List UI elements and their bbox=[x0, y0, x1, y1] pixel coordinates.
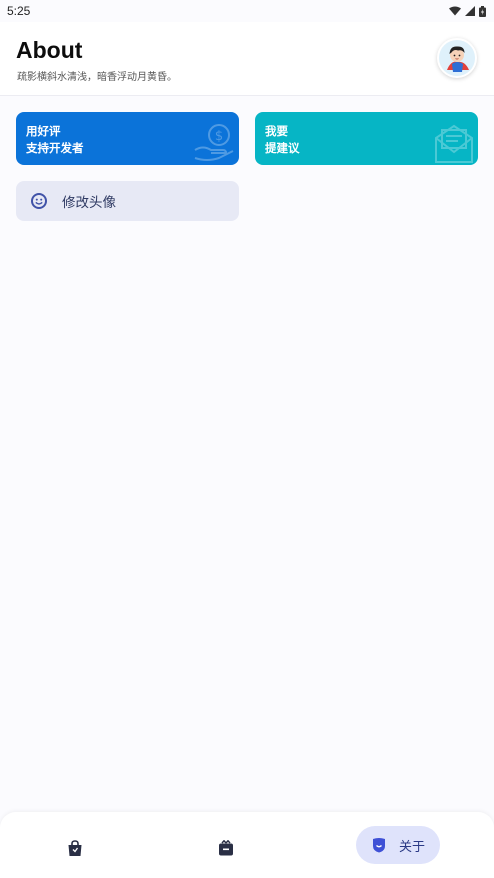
smiley-face-icon bbox=[31, 193, 47, 209]
signal-icon bbox=[465, 6, 475, 16]
nav-about-label: 关于 bbox=[398, 839, 425, 855]
mail-letter-icon bbox=[435, 124, 473, 163]
wifi-icon bbox=[449, 6, 461, 16]
money-hand-icon: $ bbox=[194, 124, 234, 161]
shopping-bag-icon bbox=[68, 839, 82, 856]
toolbox-icon bbox=[219, 840, 233, 856]
status-time: 5:25 bbox=[7, 4, 31, 18]
suggest-card-line2: 提建议 bbox=[265, 141, 300, 155]
page-title: About bbox=[16, 37, 83, 63]
nav-item-about[interactable]: 关于 bbox=[356, 826, 440, 864]
page-subtitle: 疏影横斜水清浅，暗香浮动月黄昏。 bbox=[17, 72, 177, 83]
suggest-card-line1: 我要 bbox=[265, 124, 288, 138]
bottom-navigation: 关于 bbox=[0, 812, 494, 878]
change-avatar-label: 修改头像 bbox=[62, 195, 116, 211]
change-avatar-button[interactable]: 修改头像 bbox=[16, 181, 239, 221]
app-screen: 5:25 About 疏影横斜水清浅，暗香浮动月黄昏。 用好评 支持开发者 $ … bbox=[0, 0, 494, 878]
rate-card-text: 用好评 支持开发者 bbox=[26, 123, 84, 157]
status-bar: 5:25 bbox=[0, 0, 494, 22]
battery-icon bbox=[479, 5, 486, 17]
rate-support-card[interactable]: 用好评 支持开发者 $ bbox=[16, 112, 239, 165]
nav-item-shop[interactable] bbox=[63, 836, 87, 860]
avatar-cartoon-icon bbox=[439, 40, 475, 76]
suggest-card-text: 我要 提建议 bbox=[265, 123, 300, 157]
avatar[interactable] bbox=[437, 38, 477, 78]
svg-text:$: $ bbox=[215, 129, 223, 144]
rate-card-line1: 用好评 bbox=[26, 124, 61, 138]
status-icons bbox=[449, 5, 486, 17]
suggestion-card[interactable]: 我要 提建议 bbox=[255, 112, 478, 165]
app-header: About 疏影横斜水清浅，暗香浮动月黄昏。 bbox=[0, 22, 494, 96]
about-shield-icon bbox=[372, 838, 385, 853]
nav-item-tools[interactable] bbox=[214, 836, 238, 860]
rate-card-line2: 支持开发者 bbox=[26, 141, 84, 155]
